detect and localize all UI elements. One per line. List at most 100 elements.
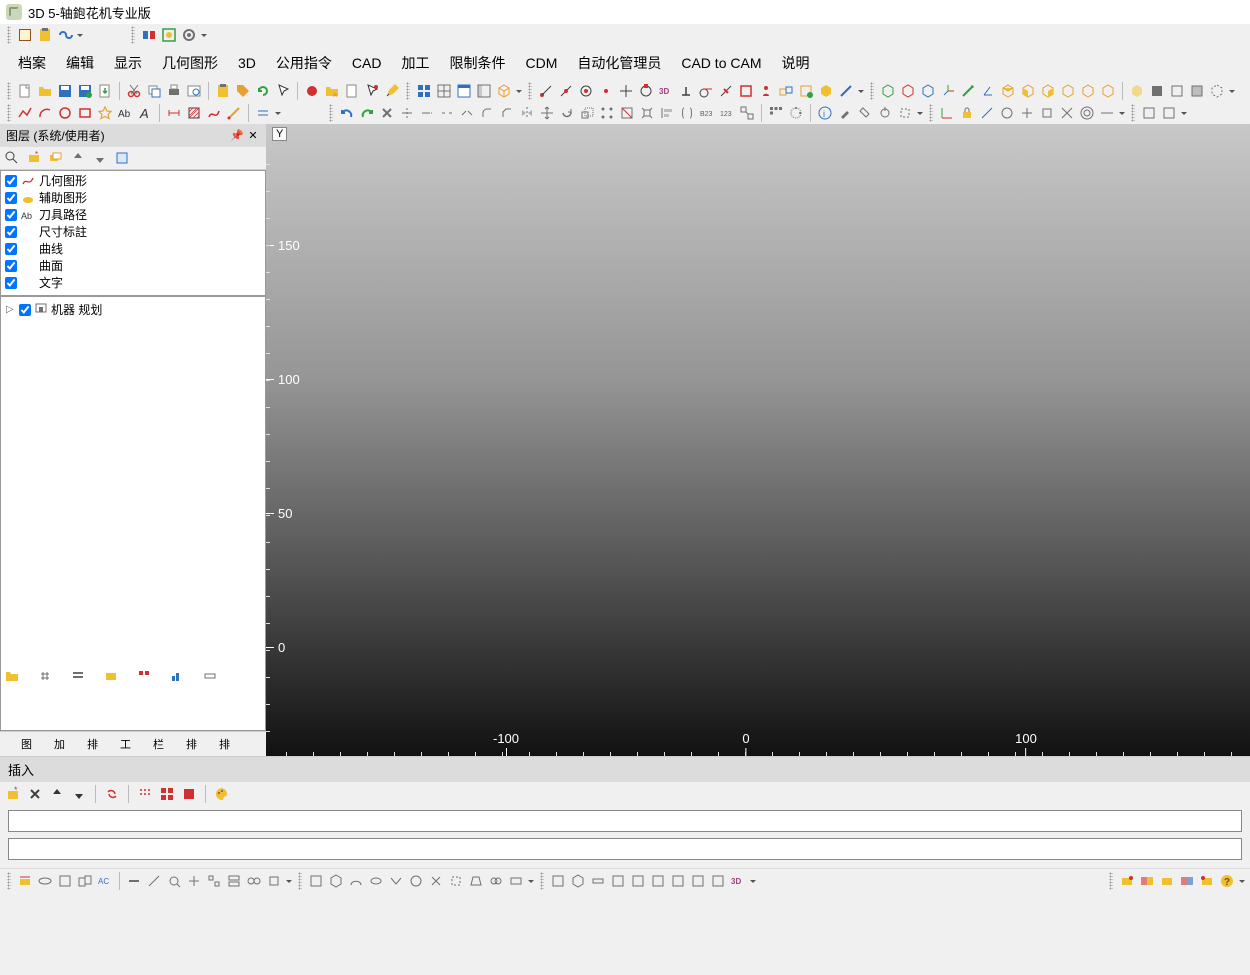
save-icon[interactable] bbox=[56, 82, 74, 100]
layer-checkbox[interactable] bbox=[5, 226, 17, 238]
toolbar-dropdown[interactable] bbox=[916, 104, 924, 122]
tab-6[interactable]: 排 bbox=[167, 734, 200, 754]
layer-label[interactable]: 辅助图形 bbox=[39, 189, 87, 206]
toolbar-dropdown[interactable] bbox=[1180, 104, 1188, 122]
delete-x-icon[interactable] bbox=[378, 104, 396, 122]
r-icon-1[interactable] bbox=[1118, 872, 1136, 890]
r-icon-2[interactable] bbox=[1138, 872, 1156, 890]
ucs2-icon[interactable] bbox=[978, 104, 996, 122]
layer-checkbox[interactable] bbox=[5, 209, 17, 221]
t-icon-6[interactable] bbox=[649, 872, 667, 890]
snap-box-icon[interactable] bbox=[817, 82, 835, 100]
t-icon-3[interactable] bbox=[589, 872, 607, 890]
scale-icon[interactable] bbox=[578, 104, 596, 122]
cube-dash-icon[interactable] bbox=[1208, 82, 1226, 100]
font-a-icon[interactable]: A bbox=[136, 104, 154, 122]
toolbar-dropdown[interactable] bbox=[515, 82, 523, 100]
cube-alt-icon[interactable] bbox=[1128, 82, 1146, 100]
ucs7-icon[interactable] bbox=[1078, 104, 1096, 122]
new-file-icon[interactable] bbox=[16, 82, 34, 100]
face-bot-icon[interactable] bbox=[1099, 82, 1117, 100]
quick-dropdown[interactable] bbox=[200, 26, 208, 44]
b-icon-1[interactable] bbox=[16, 872, 34, 890]
shade-wire-icon[interactable] bbox=[1168, 82, 1186, 100]
lock-icon[interactable] bbox=[958, 104, 976, 122]
spline-icon[interactable] bbox=[205, 104, 223, 122]
toolbar-dropdown[interactable] bbox=[285, 872, 293, 890]
menu-automation[interactable]: 自动化管理员 bbox=[567, 50, 671, 76]
layer-copy-icon[interactable] bbox=[48, 150, 64, 166]
shade-flat-icon[interactable] bbox=[1148, 82, 1166, 100]
toolbar-grip-icon[interactable] bbox=[540, 872, 544, 890]
new-item-icon[interactable]: * bbox=[4, 785, 22, 803]
shade-mix-icon[interactable] bbox=[1188, 82, 1206, 100]
polyline-icon[interactable] bbox=[16, 104, 34, 122]
dim-icon[interactable] bbox=[165, 104, 183, 122]
r-icon-5[interactable] bbox=[1198, 872, 1216, 890]
snap-perp-icon[interactable] bbox=[677, 82, 695, 100]
t-icon-4[interactable] bbox=[609, 872, 627, 890]
chamfer-icon[interactable] bbox=[498, 104, 516, 122]
toolbar-grip-icon[interactable] bbox=[1109, 872, 1113, 890]
snap-node-icon[interactable] bbox=[597, 82, 615, 100]
s-icon-1[interactable] bbox=[307, 872, 325, 890]
arrow-up-icon[interactable] bbox=[48, 785, 66, 803]
ucs6-icon[interactable] bbox=[1058, 104, 1076, 122]
t-icon-8[interactable] bbox=[689, 872, 707, 890]
command-input-2[interactable] bbox=[8, 838, 1242, 860]
break-icon[interactable] bbox=[438, 104, 456, 122]
snap-tan-icon[interactable] bbox=[697, 82, 715, 100]
snap-person-icon[interactable] bbox=[757, 82, 775, 100]
snap-frame-icon[interactable] bbox=[737, 82, 755, 100]
r-icon-4[interactable] bbox=[1178, 872, 1196, 890]
toolbar-grip-icon[interactable] bbox=[406, 82, 410, 100]
layer-checkbox[interactable] bbox=[5, 175, 17, 187]
t-icon-7[interactable] bbox=[669, 872, 687, 890]
star-icon[interactable] bbox=[96, 104, 114, 122]
snap-obj2-icon[interactable] bbox=[797, 82, 815, 100]
ucs3-icon[interactable] bbox=[998, 104, 1016, 122]
refresh-arrows-icon[interactable] bbox=[103, 785, 121, 803]
info-icon[interactable]: i bbox=[816, 104, 834, 122]
tool-b-icon[interactable] bbox=[876, 104, 894, 122]
layers-list[interactable]: 几何图形 辅助图形 刀具路径 尺寸标註 曲线 曲面 Ab文字 bbox=[0, 170, 266, 296]
b-icon-11[interactable] bbox=[245, 872, 263, 890]
face-top-icon[interactable] bbox=[999, 82, 1017, 100]
tool-c-icon[interactable] bbox=[896, 104, 914, 122]
fillet-icon[interactable] bbox=[478, 104, 496, 122]
tab-machining[interactable]: 加 bbox=[35, 734, 68, 754]
redo-icon[interactable] bbox=[358, 104, 376, 122]
explode-icon[interactable] bbox=[638, 104, 656, 122]
s-icon-2[interactable] bbox=[327, 872, 345, 890]
open-folder-icon[interactable] bbox=[36, 82, 54, 100]
toolbar-grip-icon[interactable] bbox=[870, 82, 874, 100]
grid2-icon[interactable] bbox=[435, 82, 453, 100]
rect-icon[interactable] bbox=[76, 104, 94, 122]
viewport[interactable]: Y 150100500 -1000100 bbox=[266, 124, 1250, 756]
t-icon-5[interactable] bbox=[629, 872, 647, 890]
close-panel-icon[interactable]: ✕ bbox=[246, 129, 260, 143]
layer-checkbox[interactable] bbox=[5, 277, 17, 289]
s-icon-5[interactable] bbox=[387, 872, 405, 890]
snap-near-icon[interactable] bbox=[717, 82, 735, 100]
toolbar-dropdown[interactable] bbox=[1228, 82, 1236, 100]
s-icon-6[interactable] bbox=[407, 872, 425, 890]
preview-icon[interactable] bbox=[185, 82, 203, 100]
command-input-1[interactable] bbox=[8, 810, 1242, 832]
toolbar-dropdown[interactable] bbox=[857, 82, 865, 100]
s-icon-8[interactable] bbox=[447, 872, 465, 890]
s-icon-3[interactable] bbox=[347, 872, 365, 890]
circle-icon[interactable] bbox=[56, 104, 74, 122]
menu-file[interactable]: 档案 bbox=[8, 50, 56, 76]
t-3d-icon[interactable]: 3D bbox=[729, 872, 747, 890]
ucs4-icon[interactable] bbox=[1018, 104, 1036, 122]
tab-layers[interactable]: 图 bbox=[2, 734, 35, 754]
toolbar-grip-icon[interactable] bbox=[7, 26, 11, 44]
toolbar-dropdown[interactable] bbox=[749, 872, 757, 890]
find-icon[interactable] bbox=[4, 150, 20, 166]
toolbar-grip-icon[interactable] bbox=[298, 872, 302, 890]
menu-cad-to-cam[interactable]: CAD to CAM bbox=[671, 52, 771, 74]
b-icon-12[interactable] bbox=[265, 872, 283, 890]
t-icon-2[interactable] bbox=[569, 872, 587, 890]
pointer-icon[interactable] bbox=[274, 82, 292, 100]
